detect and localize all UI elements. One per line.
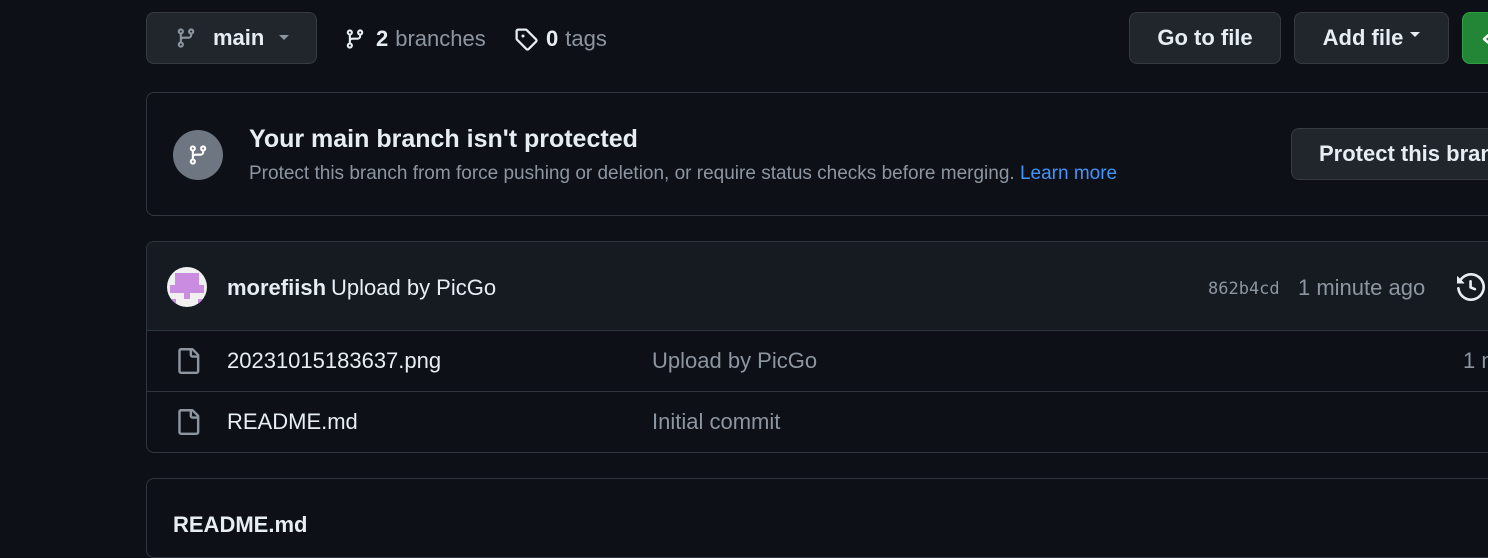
file-commit-message[interactable]: Upload by PicGo	[652, 348, 817, 374]
avatar-identicon	[170, 273, 204, 307]
code-button[interactable]	[1462, 12, 1488, 64]
avatar[interactable]	[167, 267, 207, 307]
file-navigation-box: morefiish Upload by PicGo 862b4cd 1 minu…	[146, 241, 1488, 453]
add-file-button[interactable]: Add file	[1294, 12, 1449, 64]
branch-count: 2	[376, 26, 389, 51]
readme-title[interactable]: README.md	[173, 512, 307, 538]
file-name[interactable]: README.md	[227, 409, 358, 435]
git-branch-icon	[175, 26, 197, 50]
file-icon	[175, 347, 201, 375]
file-icon	[175, 408, 201, 436]
code-icon	[1481, 30, 1488, 48]
go-to-file-button[interactable]: Go to file	[1129, 12, 1281, 64]
git-branch-icon	[187, 143, 209, 167]
tag-count: 0	[546, 26, 559, 51]
learn-more-link[interactable]: Learn more	[1020, 163, 1117, 184]
branch-name: main	[213, 25, 265, 50]
banner-title: Your main branch isn't protected	[249, 125, 638, 153]
go-to-file-label: Go to file	[1157, 25, 1253, 50]
protect-branch-label: Protect this bran	[1319, 141, 1488, 166]
commit-time: 1 minute ago	[1298, 275, 1426, 300]
git-branch-icon-circle	[173, 130, 223, 180]
add-file-label: Add file	[1322, 25, 1404, 50]
branch-selector-button[interactable]: main	[146, 12, 317, 64]
protect-branch-button[interactable]: Protect this bran	[1291, 128, 1488, 180]
tag-icon	[514, 27, 538, 51]
commit-hash[interactable]: 862b4cd	[1208, 279, 1280, 299]
tags-link[interactable]: 0 tags	[514, 24, 607, 54]
branch-protection-banner: Your main branch isn't protected Protect…	[146, 92, 1488, 216]
branch-label: branches	[395, 26, 486, 51]
tag-label: tags	[565, 26, 607, 51]
file-name[interactable]: 20231015183637.png	[227, 348, 441, 374]
git-branch-icon	[344, 27, 366, 51]
branches-link[interactable]: 2 branches	[344, 24, 486, 54]
latest-commit-header: morefiish Upload by PicGo 862b4cd 1 minu…	[147, 242, 1488, 331]
file-commit-time: 1 m	[1463, 348, 1488, 373]
commit-message[interactable]: Upload by PicGo	[331, 275, 496, 301]
commit-author[interactable]: morefiish	[227, 275, 326, 301]
caret-down-icon	[278, 34, 290, 42]
readme-box: README.md	[146, 478, 1488, 558]
history-icon[interactable]	[1457, 273, 1485, 301]
file-row[interactable]: 20231015183637.png Upload by PicGo 1 m	[147, 330, 1488, 392]
banner-description-line: Protect this branch from force pushing o…	[249, 163, 1117, 185]
banner-description: Protect this branch from force pushing o…	[249, 163, 1015, 184]
file-row[interactable]: README.md Initial commit	[147, 392, 1488, 452]
caret-down-icon	[1410, 32, 1421, 38]
file-commit-message[interactable]: Initial commit	[652, 409, 780, 435]
